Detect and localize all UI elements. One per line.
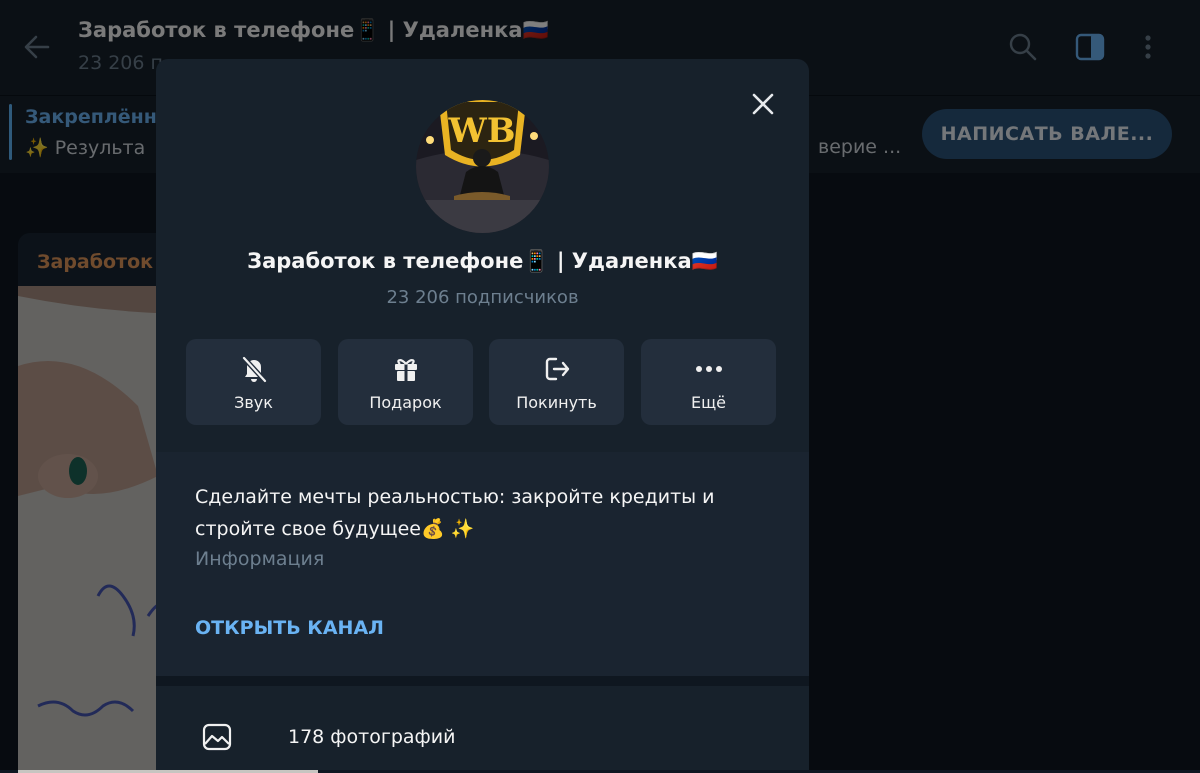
leave-button[interactable]: Покинуть xyxy=(489,339,624,425)
close-icon[interactable] xyxy=(748,89,778,119)
channel-description: Сделайте мечты реальностью: закройте кре… xyxy=(195,486,715,540)
media-photos-label: 178 фотографий xyxy=(288,726,456,748)
photo-icon xyxy=(202,723,232,751)
gift-button[interactable]: Подарок xyxy=(338,339,473,425)
mute-label: Звук xyxy=(234,393,273,412)
more-label: Ещё xyxy=(690,393,727,412)
channel-profile-modal: WB Заработок в телефоне📱 | Удаленка🇷🇺 23… xyxy=(156,59,809,770)
channel-name: Заработок в телефоне📱 | Удаленка🇷🇺 xyxy=(247,249,718,273)
mute-button[interactable]: Звук xyxy=(186,339,321,425)
profile-actions: Звук Подарок Покинуть Ещё xyxy=(186,339,776,425)
more-dots-icon xyxy=(695,366,722,372)
svg-text:WB: WB xyxy=(448,111,516,151)
description-label: Информация xyxy=(195,548,325,570)
subscriber-count: 23 206 подписчиков xyxy=(386,287,579,308)
open-channel-button[interactable]: ОТКРЫТЬ КАНАЛ xyxy=(195,617,384,639)
more-button[interactable]: Ещё xyxy=(641,339,776,425)
bell-off-icon xyxy=(241,355,267,384)
leave-label: Покинуть xyxy=(516,393,597,412)
leave-icon xyxy=(545,357,569,381)
gift-icon xyxy=(394,359,417,381)
gift-label: Подарок xyxy=(369,393,442,412)
section-divider xyxy=(156,676,809,686)
media-photos-row[interactable]: 178 фотографий xyxy=(156,686,809,770)
channel-avatar[interactable]: WB xyxy=(416,100,549,233)
